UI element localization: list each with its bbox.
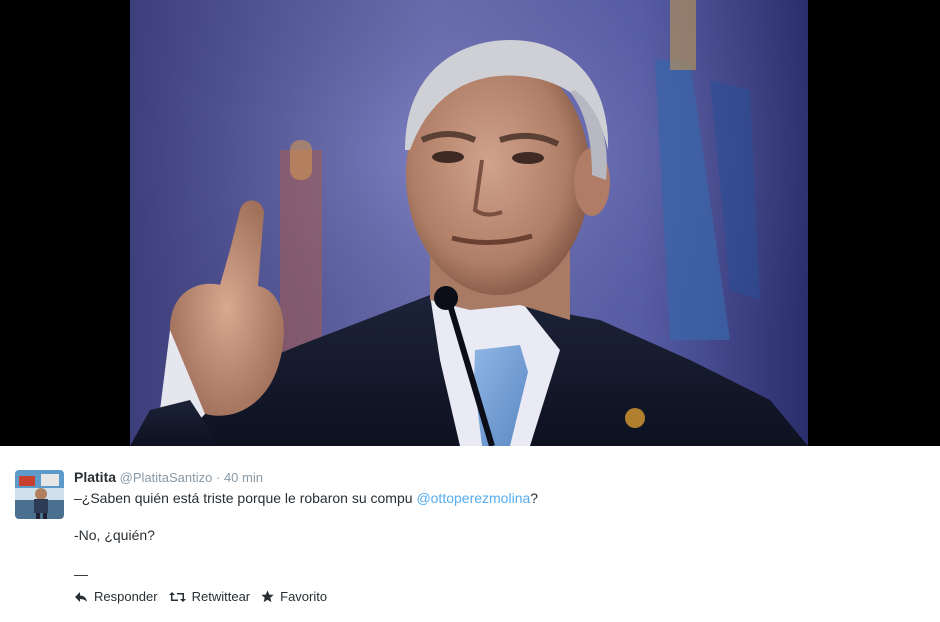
tweet-line-1-suffix: ?	[530, 490, 539, 506]
tweet-actions: Responder Retwittear Favorito	[74, 589, 338, 604]
tweet-media[interactable]	[0, 0, 940, 446]
screen-name[interactable]: @PlatitaSantizo	[120, 470, 213, 485]
favorite-label: Favorito	[280, 589, 328, 604]
tweet-line-1-prefix: –¿Saben quién está triste porque le roba…	[74, 490, 417, 506]
retweet-button[interactable]: Retwittear	[168, 589, 251, 604]
avatar[interactable]	[15, 470, 64, 519]
reply-icon	[75, 591, 87, 602]
retweet-label: Retwittear	[191, 589, 251, 604]
timestamp[interactable]: 40 min	[224, 470, 263, 485]
reply-label: Responder	[94, 589, 158, 604]
star-icon	[261, 590, 274, 603]
reply-button[interactable]: Responder	[74, 589, 158, 604]
tweet: Platita @PlatitaSantizo · 40 min –¿Saben…	[0, 446, 940, 622]
tweet-line-1: –¿Saben quién está triste porque le roba…	[74, 489, 894, 508]
display-name[interactable]: Platita	[74, 469, 116, 485]
tweet-line-3: —	[74, 566, 88, 582]
retweet-icon	[168, 591, 186, 602]
tweet-photo[interactable]	[130, 0, 808, 446]
tweet-line-2: -No, ¿quién?	[74, 527, 155, 543]
mention-link[interactable]: @ottoperezmolina	[416, 490, 530, 506]
favorite-button[interactable]: Favorito	[261, 589, 327, 604]
separator-dot: ·	[215, 470, 221, 485]
tweet-text: –¿Saben quién está triste porque le roba…	[74, 489, 894, 582]
tweet-header: Platita @PlatitaSantizo · 40 min	[74, 469, 263, 485]
